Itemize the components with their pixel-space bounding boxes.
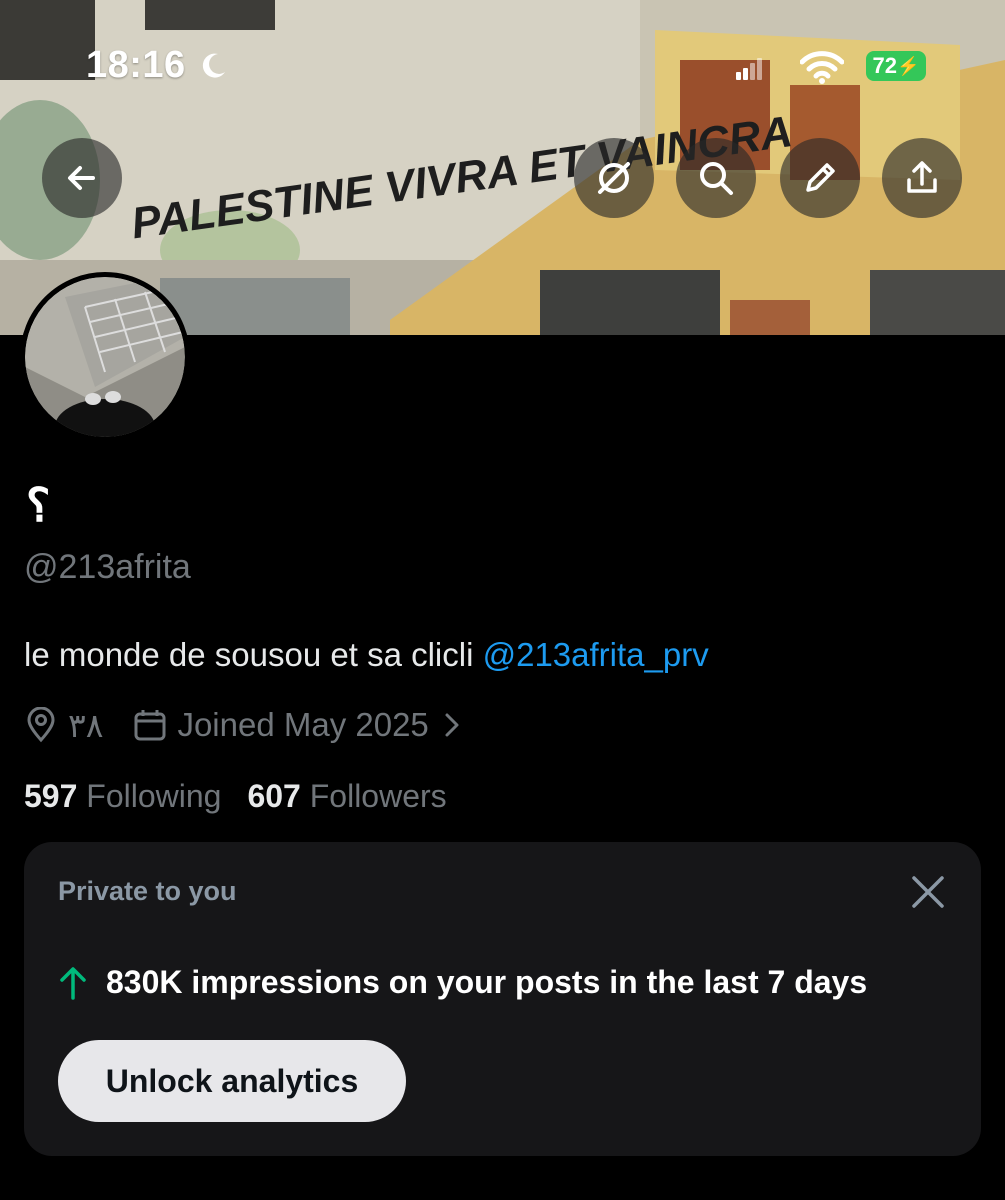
- card-title: Private to you: [58, 876, 237, 906]
- handle: @213afrita: [24, 548, 191, 586]
- edit-button[interactable]: [780, 138, 860, 218]
- status-time: 18:16: [86, 44, 186, 86]
- back-button[interactable]: [42, 138, 122, 218]
- chevron-right-icon: [445, 713, 459, 737]
- moon-icon: [202, 53, 225, 78]
- followers-label: Followers: [309, 778, 447, 814]
- profile-meta-row: ٣٨ Joined May 2025: [24, 702, 461, 748]
- bio: le monde de sousou et sa clicli @213afri…: [24, 636, 709, 674]
- analytics-card: Private to you 830K impressions on your …: [24, 842, 981, 1156]
- close-icon[interactable]: [908, 872, 948, 912]
- following-label: Following: [86, 778, 222, 814]
- joined-date[interactable]: Joined May 2025: [133, 706, 460, 744]
- follow-stats: 597 Following 607 Followers: [24, 778, 447, 815]
- location: ٣٨: [24, 706, 103, 745]
- back-arrow-icon: [68, 166, 95, 190]
- calendar-icon: [134, 710, 166, 741]
- followers-link[interactable]: 607 Followers: [247, 778, 446, 815]
- display-name: ؟: [26, 479, 51, 531]
- grok-icon: [598, 162, 630, 194]
- battery-indicator: 72 ⚡: [866, 51, 926, 81]
- signal-icon: [736, 58, 762, 80]
- unlock-analytics-button[interactable]: Unlock analytics: [58, 1040, 406, 1122]
- share-button[interactable]: [882, 138, 962, 218]
- location-pin-icon: [27, 707, 55, 743]
- location-text: ٣٨: [68, 706, 104, 744]
- impressions-line: 830K impressions on your posts in the la…: [58, 964, 867, 1001]
- avatar[interactable]: [20, 272, 190, 442]
- bio-text: le monde de sousou et sa clicli: [24, 636, 483, 673]
- edit-icon: [806, 163, 835, 192]
- following-count: 597: [24, 778, 78, 814]
- avatar-image: [25, 277, 185, 437]
- following-link[interactable]: 597 Following: [24, 778, 221, 815]
- search-button[interactable]: [676, 138, 756, 218]
- joined-text: Joined May 2025: [177, 706, 429, 743]
- share-icon: [907, 161, 937, 193]
- arrow-up-icon: [60, 966, 86, 1000]
- followers-count: 607: [247, 778, 301, 814]
- bio-mention-link[interactable]: @213afrita_prv: [483, 636, 709, 673]
- grok-button[interactable]: [574, 138, 654, 218]
- impressions-text: 830K impressions on your posts in the la…: [106, 964, 868, 1000]
- wifi-icon: [800, 51, 844, 84]
- search-icon: [700, 162, 733, 195]
